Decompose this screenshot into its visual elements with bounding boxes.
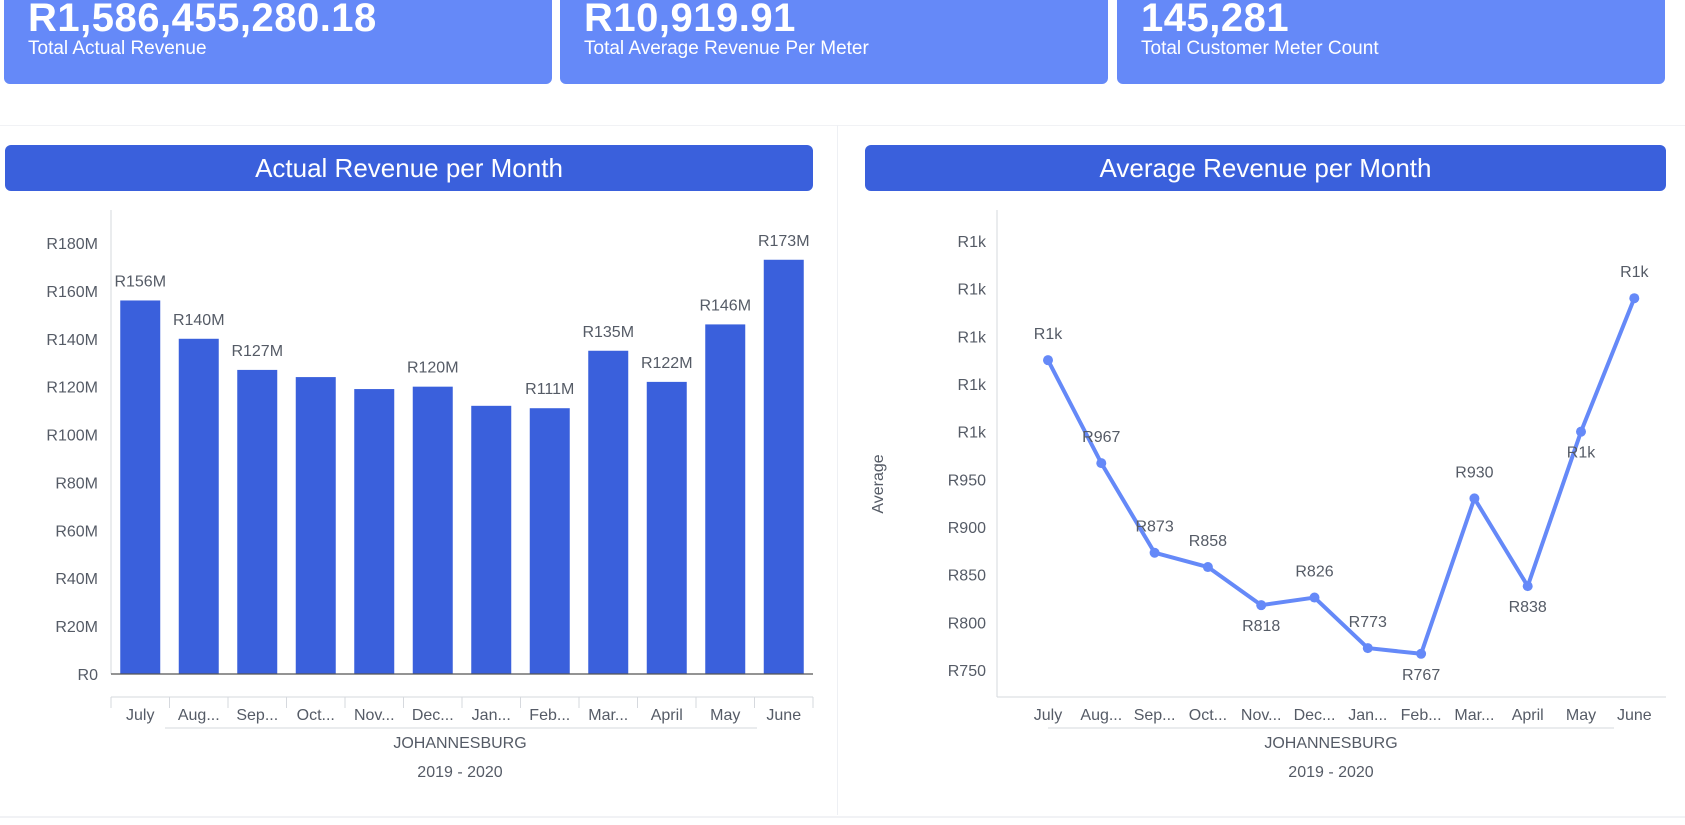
line-y-tick-label: R1k <box>958 282 987 299</box>
line-x-tick-label: Aug... <box>1080 707 1122 724</box>
line-y-tick-label: R900 <box>948 520 986 537</box>
line-y-tick-label: R800 <box>948 615 986 632</box>
bar <box>529 408 570 674</box>
line-x-tick-label: May <box>1566 707 1596 724</box>
bar <box>646 381 687 674</box>
line-x-tick-label: Dec... <box>1294 707 1336 724</box>
line-point <box>1256 600 1267 611</box>
line-point <box>1576 426 1586 437</box>
line-point <box>1522 581 1533 592</box>
bar-y-tick-label: R80M <box>55 475 98 492</box>
bar <box>588 350 629 674</box>
bar-x-tick-label: Nov... <box>354 707 395 724</box>
bar-x-tick-label: Aug... <box>178 707 220 724</box>
bar <box>705 324 746 674</box>
line-data-label: R767 <box>1402 667 1440 684</box>
bar-data-label: R156M <box>114 273 166 290</box>
bar-x-tick-label: Mar... <box>588 707 628 724</box>
line-x-tick-label: Mar... <box>1454 707 1494 724</box>
bar-y-tick-label: R20M <box>55 619 98 636</box>
line-point <box>1202 562 1213 573</box>
bar-y-tick-label: R100M <box>46 428 98 445</box>
line-y-tick-label: R750 <box>948 663 986 680</box>
bar <box>120 300 161 674</box>
line-data-label: R838 <box>1509 599 1547 616</box>
line-group-label: 2019 - 2020 <box>1288 764 1374 781</box>
line-x-tick-label: Oct... <box>1189 707 1227 724</box>
line-point <box>1096 458 1107 469</box>
bar-data-label: R122M <box>641 355 693 372</box>
bar-y-tick-label: R40M <box>55 571 98 588</box>
bar <box>412 386 453 674</box>
bar-y-tick-label: R140M <box>46 332 98 349</box>
charts-canvas: R0 R20M R40M R60M R80M R100M R120M R140M R160M R1… <box>46 210 1666 781</box>
line-data-label: R1k <box>1620 264 1649 281</box>
bar-x-tick-label: Sep... <box>236 707 278 724</box>
bar-data-label: R140M <box>173 312 225 329</box>
bar <box>471 405 512 674</box>
bar <box>354 389 395 674</box>
line-data-label: R967 <box>1082 429 1120 446</box>
bar-x-tick-label: Feb... <box>529 707 570 724</box>
line-y-tick-label: R1k <box>958 425 987 442</box>
line-point <box>1043 355 1053 366</box>
line-point <box>1362 643 1373 654</box>
line-point <box>1149 547 1160 558</box>
bar-data-label: R146M <box>699 297 751 314</box>
bar-group-label: JOHANNESBURG <box>393 735 526 752</box>
line-data-label: R930 <box>1455 464 1493 481</box>
bar-data-label: R173M <box>758 233 810 250</box>
bar-x-tick-label: Dec... <box>412 707 454 724</box>
line-x-tick-label: Nov... <box>1241 707 1282 724</box>
bar-y-tick-label: R180M <box>46 236 98 253</box>
bar-x-tick-label: June <box>766 707 801 724</box>
line-y-tick-label: R1k <box>958 377 987 394</box>
line-x-tick-label: June <box>1617 707 1652 724</box>
line-data-label: R818 <box>1242 618 1280 635</box>
line-x-tick-label: July <box>1034 707 1062 724</box>
bar-x-tick-label: Oct... <box>297 707 335 724</box>
bar-y-tick-label: R160M <box>46 284 98 301</box>
bar-data-label: R135M <box>582 324 634 341</box>
bar-data-label: R127M <box>231 343 283 360</box>
bar <box>237 369 278 674</box>
line-data-label: R858 <box>1189 533 1227 550</box>
line-x-tick-label: Jan... <box>1348 707 1387 724</box>
bar-x-tick-label: May <box>710 707 740 724</box>
line-group-label: JOHANNESBURG <box>1264 735 1397 752</box>
line-point <box>1629 293 1640 304</box>
bar-group-label: 2019 - 2020 <box>417 764 503 781</box>
bar-data-label: R111M <box>525 381 574 398</box>
line-data-label: R1k <box>1034 326 1063 343</box>
bar-y-tick-label: R120M <box>46 380 98 397</box>
line-x-tick-label: April <box>1512 707 1544 724</box>
line-data-label: R1k <box>1567 445 1596 462</box>
line-y-tick-label: R1k <box>958 234 987 251</box>
bar-x-tick-label: April <box>651 707 683 724</box>
line-data-label: R826 <box>1295 564 1333 581</box>
bar <box>178 338 219 674</box>
line-y-tick-label: R850 <box>948 568 986 585</box>
line-x-tick-label: Sep... <box>1134 707 1176 724</box>
line-point <box>1416 648 1427 659</box>
line-y-tick-label: R1k <box>958 329 987 346</box>
line-point <box>1469 493 1480 504</box>
bar-y-tick-label: R60M <box>55 523 98 540</box>
line-data-label: R873 <box>1135 519 1173 536</box>
bar-data-label: R120M <box>407 360 459 377</box>
line-y-tick-label: R950 <box>948 472 986 489</box>
line-y-axis-title: Average <box>870 454 887 513</box>
bar-y-tick-label: R0 <box>78 667 99 684</box>
bar <box>763 259 804 674</box>
bar-x-tick-label: Jan... <box>472 707 511 724</box>
line-point <box>1309 592 1320 603</box>
line-data-label: R773 <box>1349 614 1387 631</box>
bar <box>295 377 336 674</box>
bar-x-tick-label: July <box>126 707 154 724</box>
line-x-tick-label: Feb... <box>1401 707 1442 724</box>
